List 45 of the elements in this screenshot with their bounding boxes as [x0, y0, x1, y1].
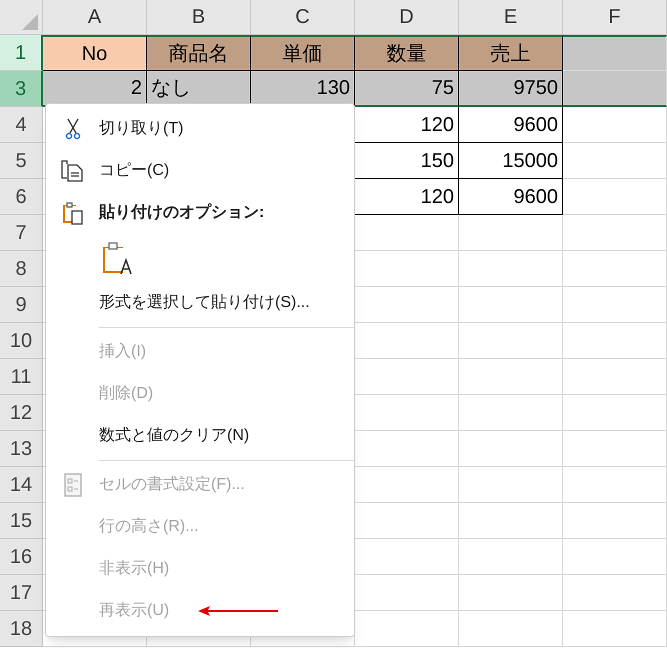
column-header[interactable]: F [563, 0, 667, 35]
table-cell: 売上 [459, 35, 563, 71]
clipboard-icon [62, 201, 84, 225]
column-header[interactable]: B [147, 0, 251, 35]
row-header[interactable]: 13 [0, 431, 43, 467]
table-cell: 商品名 [147, 35, 251, 71]
table-cell: 120 [355, 179, 459, 215]
menu-item[interactable]: 数式と値のクリア(N) [99, 424, 250, 448]
copy-icon [60, 160, 84, 182]
row-header[interactable]: 15 [0, 503, 43, 539]
row-header[interactable]: 18 [0, 611, 43, 647]
row-header[interactable]: 8 [0, 251, 43, 287]
column-header[interactable]: A [43, 0, 147, 35]
row-header[interactable]: 10 [0, 323, 43, 359]
row-header[interactable]: 7 [0, 215, 43, 251]
scissors-icon [64, 118, 80, 140]
column-header[interactable]: E [459, 0, 563, 35]
row-header[interactable]: 11 [0, 359, 43, 395]
menu-section-title: 貼り付けのオプション: [99, 202, 264, 223]
table-cell: 9750 [459, 71, 563, 107]
table-cell: 120 [355, 107, 459, 143]
row-header[interactable]: 12 [0, 395, 43, 431]
row-header[interactable]: 3 [0, 71, 43, 107]
table-cell: No [43, 35, 147, 71]
row-header[interactable]: 5 [0, 143, 43, 179]
column-header[interactable]: C [251, 0, 355, 35]
table-cell: 単価 [251, 35, 355, 71]
table-cell: 数量 [355, 35, 459, 71]
row-header[interactable]: 14 [0, 467, 43, 503]
table-cell: 9600 [459, 179, 563, 215]
column-header[interactable]: D [355, 0, 459, 35]
table-cell: 150 [355, 143, 459, 179]
row-header[interactable]: 4 [0, 107, 43, 143]
table-cell: 75 [355, 71, 459, 107]
row-header[interactable]: 6 [0, 179, 43, 215]
row-header[interactable]: 9 [0, 287, 43, 323]
row-header[interactable]: 16 [0, 539, 43, 575]
row-header[interactable]: 17 [0, 575, 43, 611]
format-cells-icon [64, 473, 82, 497]
table-cell: 15000 [459, 143, 563, 179]
menu-item[interactable]: 切り取り(T) [99, 117, 184, 141]
menu-item[interactable]: 形式を選択して貼り付け(S)... [99, 291, 310, 315]
menu-item[interactable]: コピー(C) [99, 159, 170, 183]
table-cell: 9600 [459, 107, 563, 143]
row-header[interactable]: 1 [0, 35, 43, 71]
